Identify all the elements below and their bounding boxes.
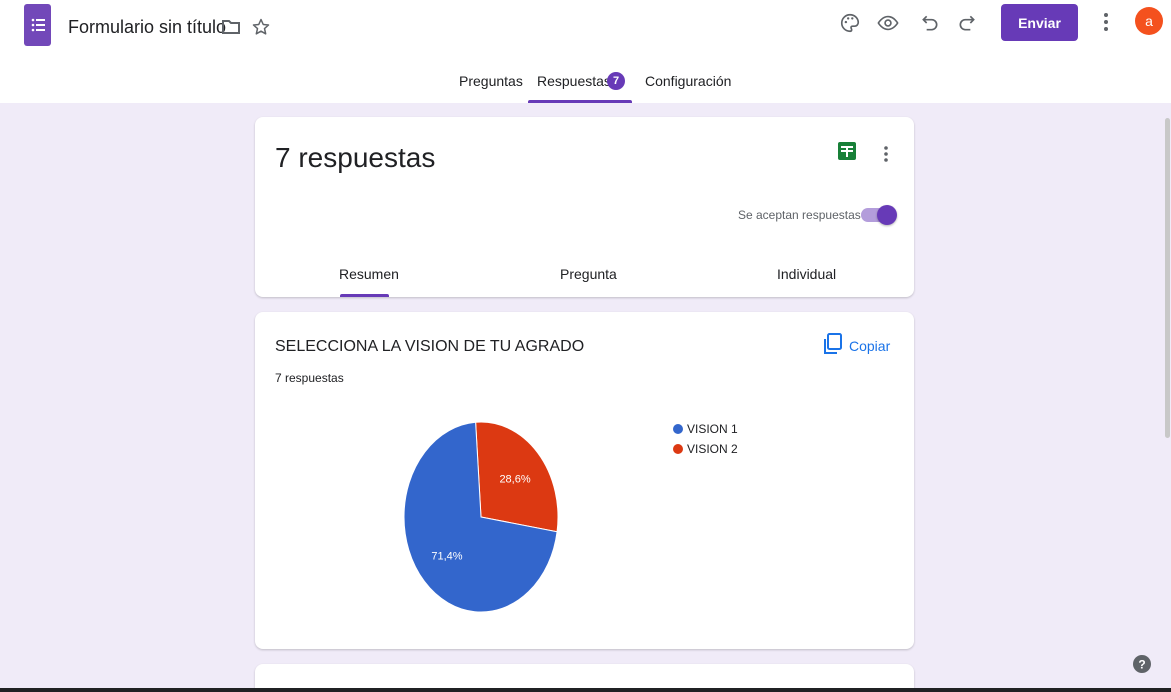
sheets-icon[interactable] (838, 142, 856, 165)
forms-icon[interactable] (24, 4, 51, 46)
question-response-count: 7 respuestas (275, 371, 344, 385)
doc-title[interactable]: Formulario sin título (68, 17, 226, 38)
folder-icon[interactable] (221, 19, 241, 40)
tab-configuracion[interactable]: Configuración (645, 73, 731, 103)
avatar[interactable]: a (1135, 7, 1163, 35)
legend-item: VISION 2 (673, 439, 738, 459)
form-tabs: Preguntas Respuestas 7 Configuración (0, 72, 1171, 103)
header: Formulario sin título Enviar a Preguntas… (0, 0, 1171, 103)
subtab-pregunta[interactable]: Pregunta (560, 266, 617, 282)
redo-icon[interactable] (955, 11, 979, 35)
pie-label-vision-2: 28,6% (499, 473, 530, 485)
tab-respuestas[interactable]: Respuestas 7 (537, 72, 625, 103)
chart-legend: VISION 1 VISION 2 (673, 419, 738, 459)
palette-icon[interactable] (838, 11, 862, 35)
responses-summary-card: 7 respuestas Se aceptan respuestas Resum… (255, 117, 914, 297)
responses-count: 7 respuestas (275, 142, 436, 173)
active-tab-indicator (528, 100, 632, 103)
legend-item: VISION 1 (673, 419, 738, 439)
undo-icon[interactable] (918, 11, 942, 35)
legend-swatch (673, 444, 683, 454)
star-icon[interactable] (251, 17, 271, 42)
pie-label-vision-1: 71,4% (431, 551, 462, 563)
legend-swatch (673, 424, 683, 434)
toggle-thumb (877, 205, 897, 225)
taskbar-edge (0, 688, 1171, 692)
more-options-icon[interactable] (880, 144, 892, 169)
scrollbar[interactable] (1163, 103, 1171, 692)
accepting-responses-toggle[interactable] (861, 205, 897, 225)
more-vert-icon[interactable] (1098, 10, 1114, 39)
legend-label: VISION 2 (687, 442, 738, 456)
question-title: SELECCIONA LA VISION DE TU AGRADO (275, 338, 585, 355)
copy-icon (823, 332, 843, 360)
send-button[interactable]: Enviar (1001, 4, 1078, 41)
tab-respuestas-label: Respuestas (537, 73, 611, 89)
subtab-resumen[interactable]: Resumen (339, 266, 399, 282)
responses-badge: 7 (607, 72, 625, 90)
pie-chart: 28,6% 71,4% (403, 421, 559, 613)
question-summary-card: SELECCIONA LA VISION DE TU AGRADO 7 resp… (255, 312, 914, 649)
copy-chart-button[interactable]: Copiar (823, 332, 890, 360)
accepting-responses-label: Se aceptan respuestas (738, 208, 861, 222)
help-icon[interactable]: ? (1133, 655, 1151, 678)
subtab-individual[interactable]: Individual (777, 266, 836, 282)
tab-preguntas[interactable]: Preguntas (459, 73, 523, 103)
legend-label: VISION 1 (687, 422, 738, 436)
eye-icon[interactable] (876, 11, 900, 35)
copy-label: Copiar (849, 338, 891, 354)
svg-text:?: ? (1138, 658, 1145, 672)
scrollbar-thumb[interactable] (1165, 118, 1170, 438)
active-subtab-indicator (340, 294, 389, 297)
